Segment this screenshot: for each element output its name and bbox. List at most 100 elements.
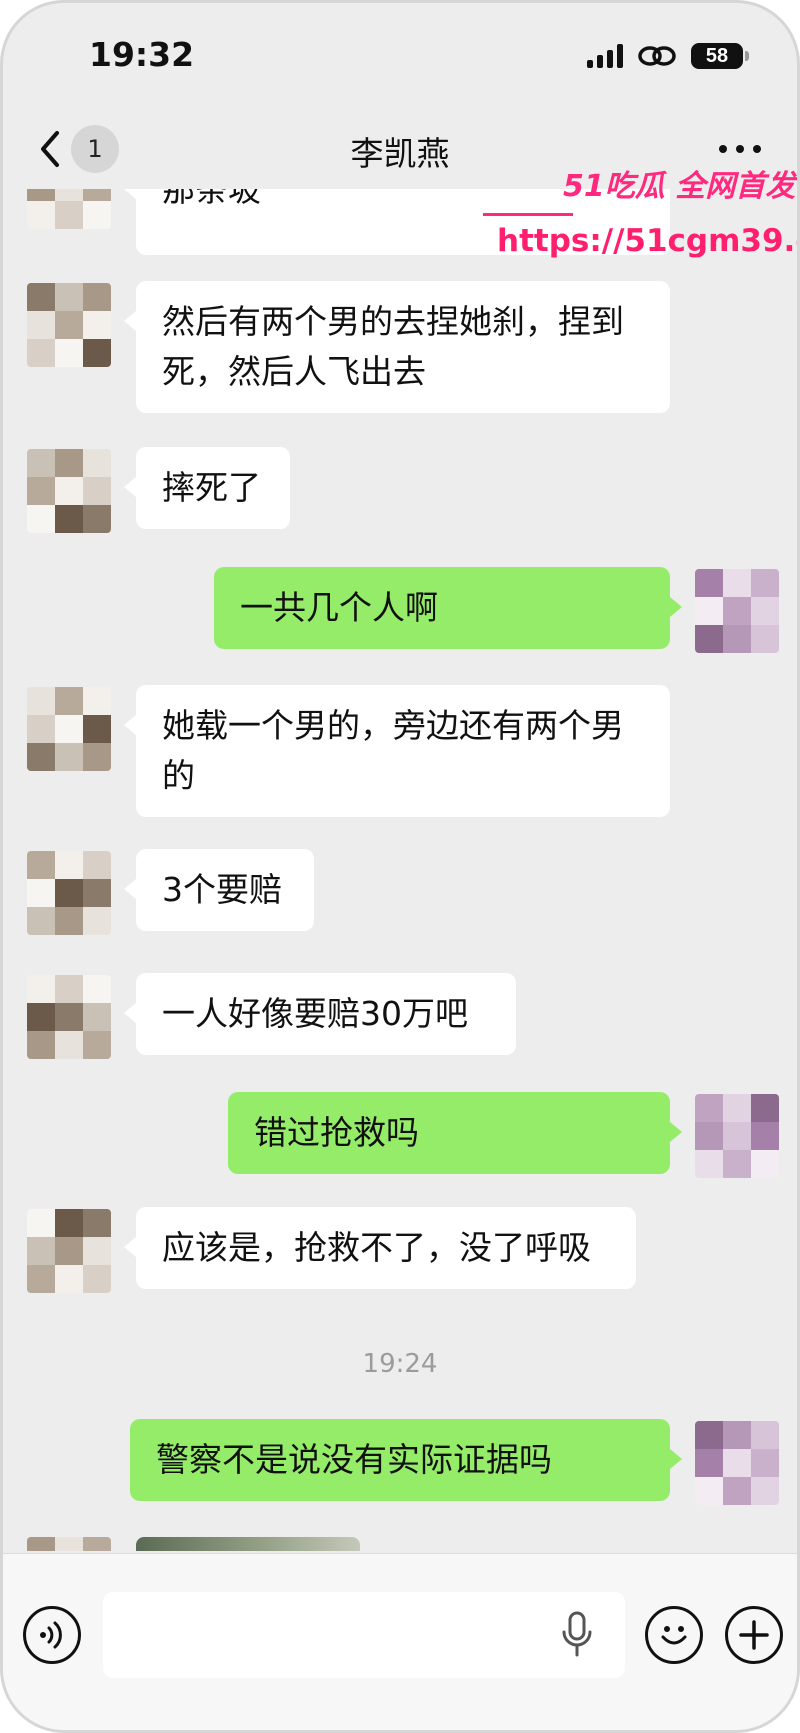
avatar-mosaic-tile [27,477,55,505]
avatar-mosaic-tile [27,715,55,743]
contact-avatar[interactable] [27,1537,111,1551]
status-icons: 58 [587,43,749,69]
my-avatar[interactable] [695,1094,779,1178]
avatar-mosaic-tile [55,201,83,229]
avatar-mosaic-tile [751,1449,779,1477]
contact-avatar[interactable] [27,1209,111,1293]
message-input[interactable] [103,1592,625,1678]
avatar-mosaic-tile [695,1421,723,1449]
avatar-mosaic-tile [695,1094,723,1122]
emoji-icon[interactable] [645,1606,703,1664]
watermark-line [483,213,573,216]
avatar-mosaic-tile [27,1237,55,1265]
avatar-mosaic-tile [27,283,55,311]
message-bubble[interactable]: 然后有两个男的去捏她刹，捏到死，然后人飞出去 [124,281,670,413]
status-bar: 19:32 58 [3,3,797,103]
avatar-mosaic-tile [83,1003,111,1031]
link-icon [638,46,676,66]
avatar-mosaic-tile [27,975,55,1003]
message-bubble[interactable]: 3个要赔 [124,849,314,931]
avatar-mosaic-tile [751,1421,779,1449]
avatar-mosaic-tile [723,625,751,653]
message-bubble[interactable]: 一共几个人啊 [214,567,682,649]
avatar-mosaic-tile [55,283,83,311]
chat-area[interactable]: 那条坡 然后有两个男的去捏她刹，捏到死，然后人飞出去 摔死了 一共几个人啊 她载一个男的… [3,189,797,1551]
avatar-mosaic-tile [55,449,83,477]
avatar-mosaic-tile [83,449,111,477]
contact-avatar[interactable] [27,851,111,935]
avatar-mosaic-tile [751,569,779,597]
message-bubble[interactable]: 应该是，抢救不了，没了呼吸 [124,1207,636,1289]
message-bubble[interactable]: 她载一个男的，旁边还有两个男的 [124,685,670,817]
avatar-mosaic-tile [83,851,111,879]
more-dots-icon[interactable] [719,135,761,163]
message-bubble[interactable]: 摔死了 [124,447,290,529]
contact-avatar[interactable] [27,687,111,771]
avatar-mosaic-tile [723,1094,751,1122]
avatar-mosaic-tile [751,1122,779,1150]
input-bar [3,1553,797,1730]
contact-avatar[interactable] [27,975,111,1059]
avatar-mosaic-tile [55,851,83,879]
avatar-mosaic-tile [751,625,779,653]
avatar-mosaic-tile [723,1122,751,1150]
avatar-mosaic-tile [55,975,83,1003]
voice-icon[interactable] [23,1606,81,1664]
avatar-mosaic-tile [27,743,55,771]
avatar-mosaic-tile [55,189,83,201]
avatar-mosaic-tile [55,311,83,339]
avatar-mosaic-tile [55,907,83,935]
signal-icon [587,44,623,68]
avatar-mosaic-tile [55,743,83,771]
plus-icon[interactable] [725,1606,783,1664]
avatar-mosaic-tile [83,477,111,505]
avatar-mosaic-tile [27,687,55,715]
avatar-mosaic-tile [83,879,111,907]
avatar-mosaic-tile [27,449,55,477]
avatar-mosaic-tile [27,907,55,935]
avatar-mosaic-tile [83,907,111,935]
avatar-mosaic-tile [27,1209,55,1237]
watermark-brand: 51吃瓜 全网首发 [563,169,796,204]
avatar-mosaic-tile [83,283,111,311]
avatar-mosaic-tile [83,311,111,339]
watermark-url: https://51cgm39.com [497,223,797,259]
avatar-mosaic-tile [27,1003,55,1031]
my-avatar[interactable] [695,1421,779,1505]
avatar-mosaic-tile [83,975,111,1003]
avatar-mosaic-tile [83,1265,111,1293]
avatar-mosaic-tile [695,1477,723,1505]
mic-icon[interactable] [559,1610,595,1660]
avatar-mosaic-tile [55,879,83,907]
avatar-mosaic-tile [723,569,751,597]
avatar-mosaic-tile [695,569,723,597]
contact-avatar[interactable] [27,449,111,533]
avatar-mosaic-tile [751,1477,779,1505]
avatar-mosaic-tile [83,687,111,715]
avatar-mosaic-tile [27,879,55,907]
message-timestamp: 19:24 [362,1349,438,1379]
avatar-mosaic-tile [27,1265,55,1293]
image-message-thumbnail[interactable] [136,1537,360,1551]
avatar-mosaic-tile [55,1209,83,1237]
avatar-mosaic-tile [27,189,55,201]
contact-avatar[interactable] [27,189,111,229]
message-bubble[interactable]: 一人好像要赔30万吧 [124,973,516,1055]
avatar-mosaic-tile [27,505,55,533]
avatar-mosaic-tile [751,1094,779,1122]
contact-avatar[interactable] [27,283,111,367]
avatar-mosaic-tile [27,851,55,879]
battery-level: 58 [705,44,729,67]
avatar-mosaic-tile [27,1537,55,1551]
watermark: 51吃瓜 全网首发 https://51cgm39.com [483,161,797,271]
message-bubble[interactable]: 错过抢救吗 [228,1092,682,1174]
battery-icon: 58 [691,43,749,69]
message-bubble[interactable]: 警察不是说没有实际证据吗 [130,1419,682,1501]
my-avatar[interactable] [695,569,779,653]
avatar-mosaic-tile [27,339,55,367]
avatar-mosaic-tile [55,715,83,743]
avatar-mosaic-tile [83,189,111,201]
status-time: 19:32 [89,35,195,74]
avatar-mosaic-tile [55,477,83,505]
avatar-mosaic-tile [27,1031,55,1059]
